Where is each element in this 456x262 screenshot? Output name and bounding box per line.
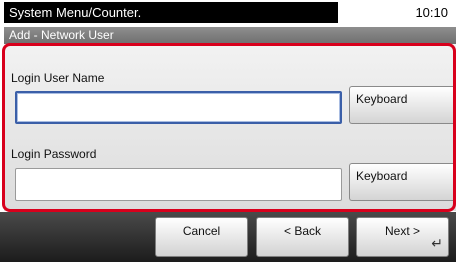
next-button[interactable]: Next > ↵ xyxy=(356,217,449,257)
clock: 10:10 xyxy=(340,2,456,23)
screen-title: Add - Network User xyxy=(4,27,456,44)
app-title: System Menu/Counter. xyxy=(4,2,338,23)
status-bar: System Menu/Counter. 10:10 xyxy=(0,0,456,27)
cancel-button[interactable]: Cancel xyxy=(155,217,248,257)
next-button-label: Next > xyxy=(384,224,420,238)
enter-return-icon: ↵ xyxy=(431,235,443,251)
back-button[interactable]: < Back xyxy=(256,217,349,257)
highlight-frame xyxy=(2,43,456,212)
